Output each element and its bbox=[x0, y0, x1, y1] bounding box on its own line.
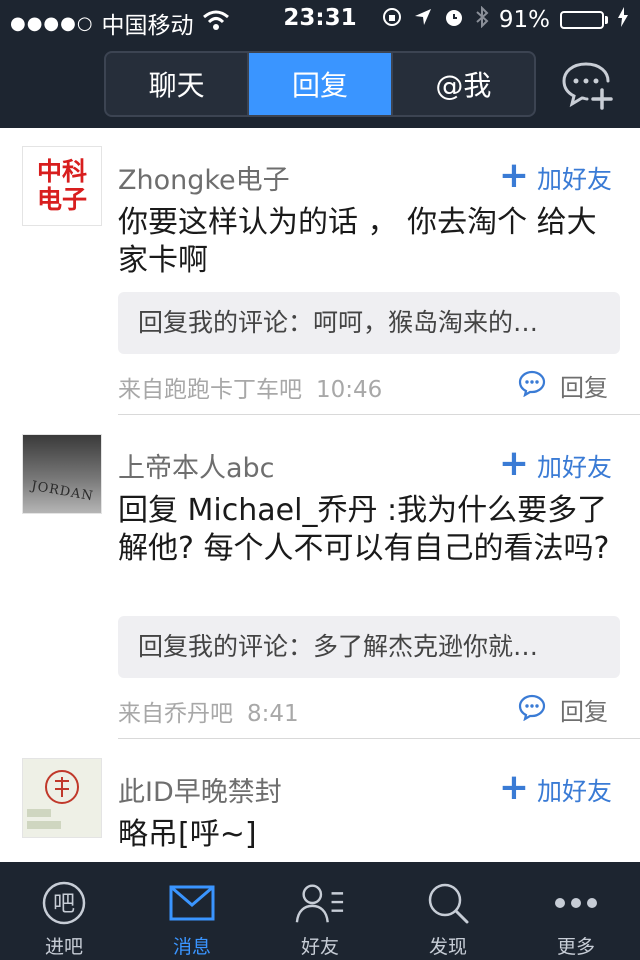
username[interactable]: 此ID早晚禁封 bbox=[118, 770, 282, 809]
location-icon bbox=[413, 7, 433, 33]
search-icon bbox=[423, 880, 473, 926]
avatar-text: JORDAN bbox=[29, 478, 95, 505]
post-content: 略吊[呼~] bbox=[118, 817, 257, 852]
tab-reply[interactable]: 回复 bbox=[249, 53, 393, 115]
post-source[interactable]: 来自乔丹吧 bbox=[118, 701, 233, 727]
charging-icon bbox=[618, 7, 628, 33]
tab-bars[interactable]: 吧 进吧 bbox=[0, 862, 128, 960]
add-friend-label: 加好友 bbox=[536, 777, 612, 806]
message-type-tabs: 聊天 回复 @我 bbox=[104, 51, 536, 117]
rotation-lock-icon bbox=[381, 6, 403, 34]
bluetooth-icon bbox=[475, 5, 489, 34]
plus-icon: + bbox=[498, 767, 529, 808]
post-content: 回复 Michael_乔丹 :我为什么要多了解他? 每个人不可以有自己的看法吗? bbox=[118, 493, 610, 566]
comment-icon bbox=[518, 693, 546, 727]
battery-percent: 91% bbox=[498, 7, 550, 33]
friends-icon bbox=[295, 880, 345, 926]
add-friend-label: 加好友 bbox=[536, 165, 612, 194]
avatar[interactable]: 中科 电子 bbox=[22, 146, 102, 226]
tab-discover[interactable]: 发现 bbox=[384, 862, 512, 960]
add-friend-label: 加好友 bbox=[536, 453, 612, 482]
plus-icon: + bbox=[498, 155, 529, 196]
mail-icon bbox=[167, 880, 217, 926]
divider bbox=[118, 414, 640, 415]
comment-icon bbox=[518, 369, 546, 403]
header: ●●●●○ 中国移动 23:31 91% 聊天 回复 @我 bbox=[0, 0, 640, 128]
username[interactable]: 上帝本人abc bbox=[118, 446, 275, 485]
post-time: 10:46 bbox=[316, 377, 383, 403]
tab-more[interactable]: 更多 bbox=[512, 862, 640, 960]
bottom-tab-bar: 吧 进吧 消息 好友 发现 更多 bbox=[0, 862, 640, 960]
reply-label: 回复 bbox=[560, 698, 608, 726]
tab-chat[interactable]: 聊天 bbox=[106, 53, 250, 115]
svg-text:吧: 吧 bbox=[53, 892, 75, 917]
tab-label: 发现 bbox=[428, 936, 467, 958]
add-friend-button[interactable]: + 加好友 bbox=[498, 443, 612, 484]
post-content: 你要这样认为的话 ， 你去淘个 给大家卡啊 bbox=[118, 205, 597, 278]
add-friend-button[interactable]: + 加好友 bbox=[498, 767, 612, 808]
bar-icon: 吧 bbox=[39, 880, 89, 926]
divider bbox=[118, 738, 640, 739]
post-time: 8:41 bbox=[247, 701, 299, 727]
avatar[interactable] bbox=[22, 758, 102, 838]
reply-button[interactable]: 回复 bbox=[518, 368, 608, 403]
reply-button[interactable]: 回复 bbox=[518, 692, 608, 727]
alarm-icon bbox=[443, 6, 465, 34]
quoted-comment[interactable]: 回复我的评论：呵呵，猴岛淘来的… bbox=[118, 292, 620, 354]
tab-friends[interactable]: 好友 bbox=[256, 862, 384, 960]
reply-feed[interactable]: 中科 电子 Zhongke电子 + 加好友 你要这样认为的话 ， 你去淘个 给大… bbox=[0, 128, 640, 862]
post-meta: 来自跑跑卡丁车吧 10:46 bbox=[118, 370, 382, 404]
add-friend-button[interactable]: + 加好友 bbox=[498, 155, 612, 196]
post-source[interactable]: 来自跑跑卡丁车吧 bbox=[118, 377, 302, 403]
tab-label: 消息 bbox=[172, 936, 211, 958]
quoted-comment[interactable]: 回复我的评论：多了解杰克逊你就… bbox=[118, 616, 620, 678]
tab-messages[interactable]: 消息 bbox=[128, 862, 256, 960]
battery-icon bbox=[560, 11, 608, 29]
tab-mentions[interactable]: @我 bbox=[393, 53, 534, 115]
seal-image bbox=[27, 770, 79, 829]
plus-icon: + bbox=[498, 443, 529, 484]
tab-label: 好友 bbox=[300, 936, 339, 958]
new-chat-icon[interactable] bbox=[560, 58, 616, 110]
tab-label: 进吧 bbox=[44, 936, 83, 958]
avatar[interactable]: JORDAN bbox=[22, 434, 102, 514]
reply-label: 回复 bbox=[560, 374, 608, 402]
username[interactable]: Zhongke电子 bbox=[118, 158, 290, 197]
avatar-text: 中科 bbox=[36, 157, 87, 186]
status-bar: ●●●●○ 中国移动 23:31 91% bbox=[0, 0, 640, 40]
tab-label: 更多 bbox=[556, 936, 595, 958]
post-meta: 来自乔丹吧 8:41 bbox=[118, 694, 299, 728]
more-icon bbox=[551, 880, 601, 926]
avatar-text: 电子 bbox=[36, 185, 87, 214]
